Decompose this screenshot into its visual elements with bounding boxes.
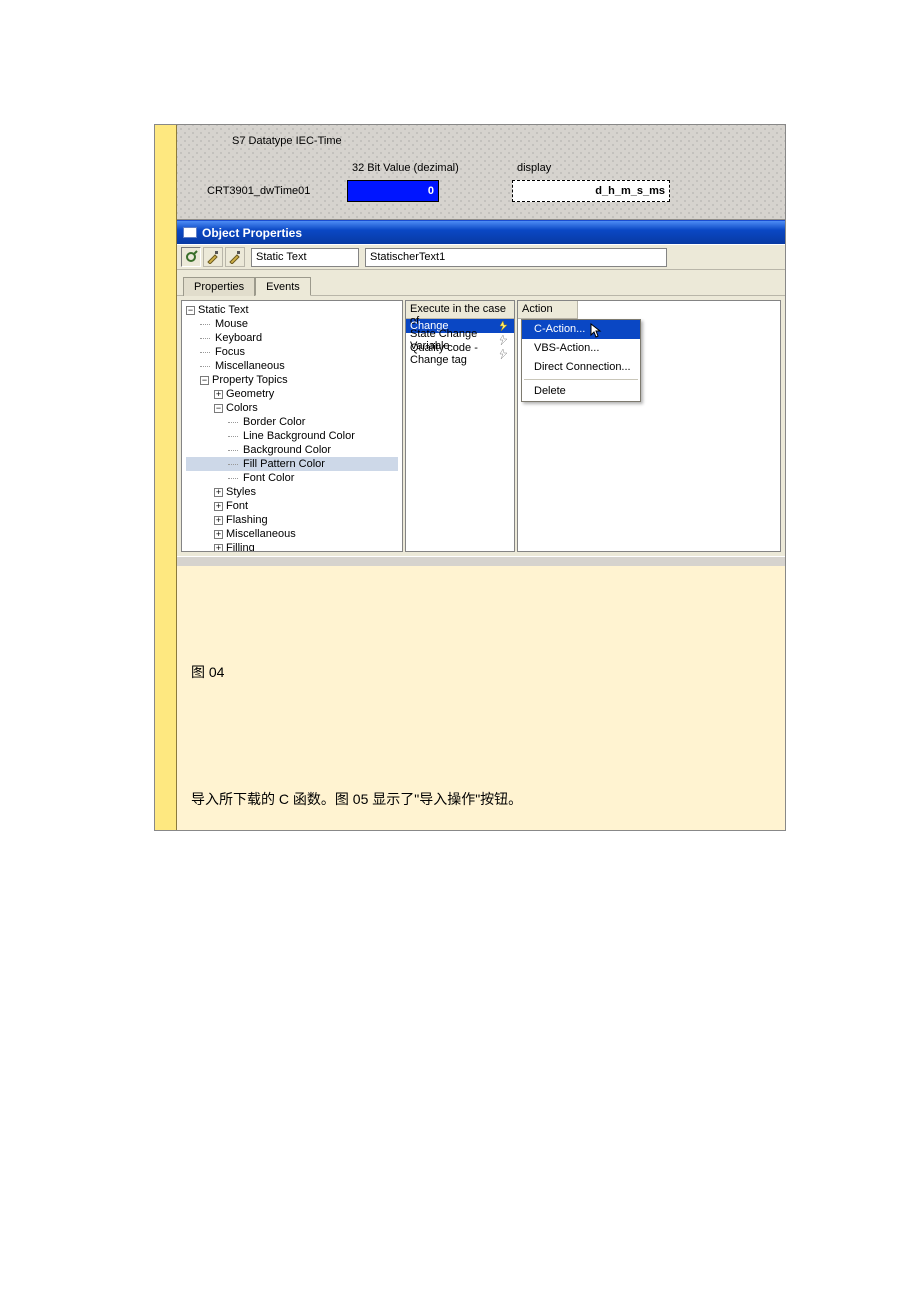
object-type-field[interactable]: Static Text [251, 248, 359, 267]
label-32bit: 32 Bit Value (dezimal) [352, 162, 459, 174]
pin-button[interactable] [181, 247, 201, 267]
window-titlebar[interactable]: Object Properties [177, 220, 785, 244]
event-list-pane: Execute in the case of Change State Chan… [405, 300, 515, 552]
left-margin-strip [155, 125, 177, 830]
panes-container: −Static Text Mouse Keyboard Focus Miscel… [177, 296, 785, 556]
action-context-menu: C-Action... VBS-Action... Direct Connect… [521, 319, 641, 402]
tree-fill-pattern-color[interactable]: Fill Pattern Color [186, 457, 398, 471]
content-column: S7 Datatype IEC-Time 32 Bit Value (dezim… [177, 125, 785, 830]
action-pane: Action C-Action... VBS-Action... Direct … [517, 300, 781, 552]
tree-property-topics[interactable]: −Property Topics [186, 373, 398, 387]
pipette-button-2[interactable] [225, 247, 245, 267]
tree-border-color[interactable]: Border Color [186, 415, 398, 429]
label-display: display [517, 162, 551, 174]
tree-miscellaneous[interactable]: Miscellaneous [186, 359, 398, 373]
tree-keyboard[interactable]: Keyboard [186, 331, 398, 345]
tree-miscellaneous-2[interactable]: +Miscellaneous [186, 527, 398, 541]
menu-direct-connection[interactable]: Direct Connection... [522, 358, 640, 377]
page: S7 Datatype IEC-Time 32 Bit Value (dezim… [0, 124, 920, 831]
document-frame: S7 Datatype IEC-Time 32 Bit Value (dezim… [154, 124, 786, 831]
label-crt-tag: CRT3901_dwTime01 [207, 185, 310, 197]
menu-vbs-action[interactable]: VBS-Action... [522, 339, 640, 358]
tree-flashing[interactable]: +Flashing [186, 513, 398, 527]
window-title: Object Properties [202, 226, 302, 240]
tab-events[interactable]: Events [255, 277, 311, 296]
two-column-layout: S7 Datatype IEC-Time 32 Bit Value (dezim… [155, 125, 785, 830]
event-quality-code[interactable]: Quality code - Change tag [406, 347, 514, 361]
tree-geometry[interactable]: +Geometry [186, 387, 398, 401]
tree-font-color[interactable]: Font Color [186, 471, 398, 485]
lightning-icon [498, 349, 510, 359]
document-body: 图 04 导入所下载的 C 函数。图 05 显示了"导入操作"按钮。 [177, 566, 785, 830]
statusbar-spacer [177, 556, 785, 566]
figure-caption: 图 04 [191, 662, 771, 682]
menu-delete[interactable]: Delete [522, 382, 640, 401]
tree-pane[interactable]: −Static Text Mouse Keyboard Focus Miscel… [181, 300, 403, 552]
pipette-button-1[interactable] [203, 247, 223, 267]
lightning-icon [498, 335, 510, 345]
properties-toolbar: Static Text StatischerText1 [177, 244, 785, 270]
event-list-header[interactable]: Execute in the case of [406, 301, 514, 319]
io-field-value[interactable]: 0 [347, 180, 439, 202]
object-name-field[interactable]: StatischerText1 [365, 248, 667, 267]
tree-mouse[interactable]: Mouse [186, 317, 398, 331]
label-s7-datatype: S7 Datatype IEC-Time [232, 135, 342, 147]
tree-colors[interactable]: −Colors [186, 401, 398, 415]
tabs-row: Properties Events [177, 270, 785, 296]
tree-root[interactable]: −Static Text [186, 303, 398, 317]
io-field-text[interactable]: d_h_m_s_ms [512, 180, 670, 202]
tab-properties[interactable]: Properties [183, 277, 255, 296]
tree-filling[interactable]: +Filling [186, 541, 398, 552]
action-header[interactable]: Action [518, 301, 578, 319]
menu-c-action[interactable]: C-Action... [522, 320, 640, 339]
designer-canvas[interactable]: S7 Datatype IEC-Time 32 Bit Value (dezim… [177, 125, 785, 220]
tree-bg-color[interactable]: Background Color [186, 443, 398, 457]
paragraph-text: 导入所下载的 C 函数。图 05 显示了"导入操作"按钮。 [191, 790, 771, 810]
menu-separator [524, 379, 638, 380]
tree-styles[interactable]: +Styles [186, 485, 398, 499]
lightning-icon [498, 321, 510, 331]
tree-focus[interactable]: Focus [186, 345, 398, 359]
tree-font[interactable]: +Font [186, 499, 398, 513]
tree-line-bg-color[interactable]: Line Background Color [186, 429, 398, 443]
window-icon [183, 227, 197, 238]
